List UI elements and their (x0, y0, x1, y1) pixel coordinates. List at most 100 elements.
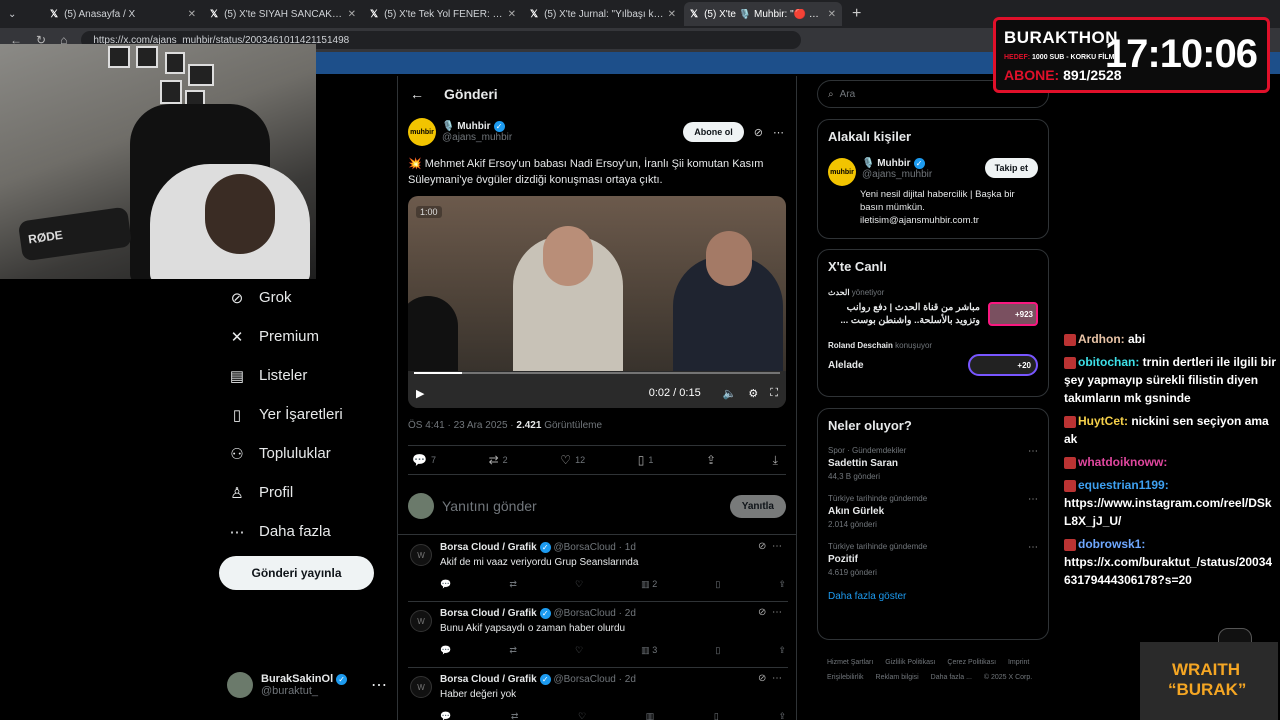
trend-item[interactable]: Türkiye tarihinde gündemde Akın Gürlek 2.0… (828, 494, 1038, 529)
badge-icon (1064, 333, 1076, 346)
avatar[interactable]: W (410, 676, 432, 698)
premium-icon: ✕ (230, 328, 244, 346)
browser-tab[interactable]: 𝕏(5) X'te Jurnal: "Yılbaşı kutlamayan✕ (524, 2, 682, 26)
live-item[interactable]: مباشر من قناة الحدث | دفع روانب وتزويد ب… (828, 301, 1038, 327)
more-icon[interactable]: ⋯ (1028, 494, 1038, 505)
repost-icon[interactable]: ⇄ (509, 645, 517, 656)
fullscreen-icon[interactable]: ⛶ (770, 387, 778, 400)
reply-button[interactable]: Yanıtla (729, 494, 786, 518)
back-arrow-icon[interactable]: ← (410, 86, 424, 102)
nav-item[interactable]: ▯ Yer İşaretleri (219, 395, 389, 434)
share-icon[interactable]: ⇪ (778, 711, 786, 720)
like-action[interactable]: ♡ 12 (560, 453, 585, 467)
browser-tab[interactable]: 𝕏(5) X'te 🎙️ Muhbir: "🔴 Mehmet A✕ (684, 2, 842, 26)
close-icon[interactable]: ✕ (188, 9, 196, 20)
avatar[interactable]: W (410, 610, 432, 632)
reply-action[interactable]: 💬 7 (412, 453, 436, 467)
profile-icon: ♙ (230, 484, 244, 502)
video-player[interactable]: 1:00 ▶ 0:02 / 0:15 🔈 ⚙ ⛶ (408, 196, 786, 408)
share-icon[interactable]: ⇪ (778, 645, 786, 656)
download-action[interactable]: ⤓ (773, 453, 782, 468)
post-button[interactable]: Gönderi yayınla (219, 556, 374, 590)
account-switcher[interactable]: BurakSakinOl ✓ @buraktut_ ⋯ (227, 672, 387, 698)
share-action[interactable]: ⇪ (706, 453, 720, 467)
more-icon[interactable]: ⋯ (772, 607, 782, 618)
footer-link[interactable]: Erişilebilirlik (827, 674, 864, 681)
trend-item[interactable]: Türkiye tarihinde gündemde Pozitif 4.619 g… (828, 542, 1038, 577)
comment-icon[interactable]: 💬 (440, 645, 451, 656)
follow-button[interactable]: Takip et (984, 158, 1038, 178)
reply-post[interactable]: W Borsa Cloud / Grafik ✓ @BorsaCloud · 2d ⊘… (408, 668, 788, 720)
subscribe-button[interactable]: Abone ol (683, 122, 744, 142)
repost-action[interactable]: ⇄ 2 (489, 453, 508, 467)
more-icon[interactable]: ⋯ (1028, 446, 1038, 457)
nav-item[interactable]: ⚇ Topluluklar (219, 434, 389, 473)
nav-item[interactable]: ⋯ Daha fazla (219, 512, 389, 551)
new-tab-button[interactable]: + (852, 5, 861, 23)
reply-post[interactable]: W Borsa Cloud / Grafik ✓ @BorsaCloud · 1d ⊘… (408, 536, 788, 602)
x-logo-icon: 𝕏 (210, 8, 219, 20)
author-handle[interactable]: @ajans_muhbir (442, 132, 512, 143)
bookmark-icon[interactable]: ▯ (714, 711, 719, 720)
reply-post[interactable]: W Borsa Cloud / Grafik ✓ @BorsaCloud · 2d ⊘… (408, 602, 788, 668)
bookmark-icon[interactable]: ▯ (715, 579, 720, 590)
page-title: Gönderi (444, 86, 498, 102)
webcam-overlay: RØDE (0, 44, 316, 279)
more-icon[interactable]: ⋯ (1028, 542, 1038, 553)
footer-link[interactable]: Reklam bilgisi (876, 674, 919, 681)
grok-icon[interactable]: ⊘ (754, 126, 763, 139)
nav-item[interactable]: ♙ Profil (219, 473, 389, 512)
show-more-link[interactable]: Daha fazla göster (828, 591, 1038, 602)
comment-icon[interactable]: 💬 (440, 579, 451, 590)
more-icon[interactable]: ⋯ (772, 673, 782, 684)
footer-link[interactable]: Çerez Politikası (947, 659, 996, 666)
live-item[interactable]: Alelade +20 (828, 354, 1038, 376)
footer-link[interactable]: Daha fazla ... (931, 674, 972, 681)
grok-icon[interactable]: ⊘ (758, 673, 766, 684)
nav-item[interactable]: ⊘ Grok (219, 278, 389, 317)
more-icon[interactable]: ⋯ (773, 126, 784, 139)
close-icon[interactable]: ✕ (348, 9, 356, 20)
close-icon[interactable]: ✕ (508, 9, 516, 20)
repost-icon[interactable]: ⇄ (511, 711, 519, 720)
grok-icon[interactable]: ⊘ (758, 607, 766, 618)
more-icon[interactable]: ⋯ (772, 541, 782, 552)
browser-tab[interactable]: 𝕏(5) X'te Tek Yol FENER: "Fenerbahçe✕ (364, 2, 522, 26)
footer-link[interactable]: © 2025 X Corp. (984, 674, 1032, 681)
author-avatar[interactable]: muhbir (408, 118, 436, 146)
avatar[interactable]: W (410, 544, 432, 566)
browser-tab[interactable]: 𝕏(5) X'te SİYAH SANCAK: "🔵 Sade✕ (204, 2, 362, 26)
footer-link[interactable]: Gizlilik Politikası (885, 659, 935, 666)
share-icon[interactable]: ⇪ (778, 579, 786, 590)
author-name[interactable]: 🎙️ Muhbir (442, 121, 491, 132)
x-logo-icon: 𝕏 (690, 8, 699, 20)
reply-input[interactable]: Yanıtını gönder (442, 498, 537, 514)
grok-icon[interactable]: ⊘ (758, 541, 766, 552)
browser-tab[interactable]: 𝕏 (5) Anasayfa / X ✕ (44, 2, 202, 26)
related-avatar[interactable]: muhbir (828, 158, 856, 186)
heart-icon[interactable]: ♡ (575, 645, 583, 656)
close-icon[interactable]: ✕ (668, 9, 676, 20)
tab-list-button[interactable]: ⌄ (2, 2, 42, 26)
nav-item[interactable]: ▤ Listeler (219, 356, 389, 395)
footer-link[interactable]: Hizmet Şartları (827, 659, 873, 666)
heart-icon[interactable]: ♡ (578, 711, 586, 720)
comment-icon[interactable]: 💬 (440, 711, 451, 720)
footer-link[interactable]: Imprint (1008, 659, 1029, 666)
play-icon[interactable]: ▶ (416, 387, 424, 400)
trend-item[interactable]: Spor · Gündemdekiler Sadettin Saran 44,3 B… (828, 446, 1038, 481)
related-name[interactable]: 🎙️ Muhbir (862, 158, 911, 169)
more-icon[interactable]: ⋯ (371, 675, 387, 695)
bookmark-icon[interactable]: ▯ (715, 645, 720, 656)
nav-item[interactable]: ✕ Premium (219, 317, 389, 356)
volume-icon[interactable]: 🔈 (723, 387, 737, 400)
x-logo-icon: 𝕏 (370, 8, 379, 20)
close-icon[interactable]: ✕ (828, 9, 836, 20)
heart-icon[interactable]: ♡ (575, 579, 583, 590)
bookmark-action[interactable]: ▯ 1 (638, 453, 654, 467)
settings-icon[interactable]: ⚙ (748, 387, 758, 400)
repost-icon[interactable]: ⇄ (509, 579, 517, 590)
avatar (227, 672, 253, 698)
video-progress-bar[interactable] (414, 372, 780, 374)
video-duration-badge: 1:00 (416, 206, 442, 218)
